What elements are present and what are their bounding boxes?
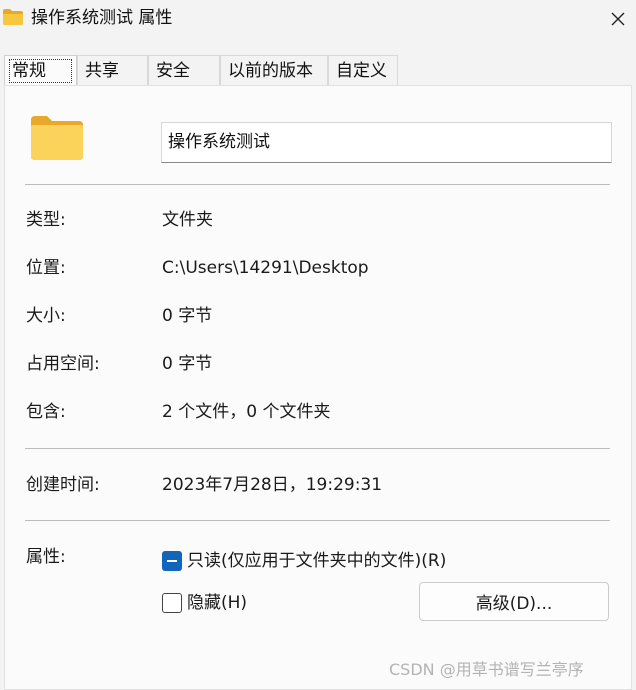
tab-security[interactable]: 安全 xyxy=(148,55,220,85)
size-on-disk-value: 0 字节 xyxy=(162,354,213,374)
contains-value: 2 个文件，0 个文件夹 xyxy=(162,402,331,422)
type-label: 类型: xyxy=(26,210,66,230)
title-bar[interactable]: 操作系统测试 属性 xyxy=(0,0,636,40)
attributes-label: 属性: xyxy=(26,547,66,567)
size-label: 大小: xyxy=(26,306,66,326)
location-label: 位置: xyxy=(26,258,66,278)
readonly-checkbox[interactable] xyxy=(162,551,182,571)
tab-general[interactable]: 常规 xyxy=(4,55,77,85)
tab-label: 以前的版本 xyxy=(228,61,313,81)
tab-label: 安全 xyxy=(156,61,190,81)
tab-strip: 常规 共享 安全 以前的版本 自定义 xyxy=(0,55,636,85)
folder-icon xyxy=(3,9,23,25)
tab-previous-versions[interactable]: 以前的版本 xyxy=(220,55,328,85)
separator xyxy=(25,520,610,521)
properties-window: 操作系统测试 属性 常规 共享 安全 以前的版本 自定义 类型: xyxy=(0,0,636,690)
tab-label: 共享 xyxy=(85,61,119,81)
hidden-checkbox[interactable] xyxy=(162,593,182,613)
close-icon[interactable] xyxy=(606,7,630,31)
folder-name-input[interactable] xyxy=(161,122,612,163)
folder-icon xyxy=(31,116,83,160)
tab-label: 自定义 xyxy=(336,61,387,81)
separator xyxy=(25,184,610,185)
window-title: 操作系统测试 属性 xyxy=(31,8,173,28)
tab-label: 常规 xyxy=(12,61,46,81)
general-panel: 类型: 文件夹 位置: C:\Users\14291\Desktop 大小: 0… xyxy=(4,85,632,690)
location-value: C:\Users\14291\Desktop xyxy=(162,258,369,278)
size-value: 0 字节 xyxy=(162,306,213,326)
readonly-label[interactable]: 只读(仅应用于文件夹中的文件)(R) xyxy=(187,550,446,572)
size-on-disk-label: 占用空间: xyxy=(26,354,100,374)
separator xyxy=(25,448,610,449)
hidden-label[interactable]: 隐藏(H) xyxy=(187,592,247,614)
type-value: 文件夹 xyxy=(162,210,213,230)
created-value: 2023年7月28日，19:29:31 xyxy=(162,475,383,495)
tab-customize[interactable]: 自定义 xyxy=(328,55,398,85)
created-label: 创建时间: xyxy=(26,475,100,495)
tab-sharing[interactable]: 共享 xyxy=(77,55,148,85)
watermark: CSDN @用草书谱写兰亭序 xyxy=(389,660,584,679)
contains-label: 包含: xyxy=(26,402,66,422)
advanced-button[interactable]: 高级(D)... xyxy=(419,582,609,621)
